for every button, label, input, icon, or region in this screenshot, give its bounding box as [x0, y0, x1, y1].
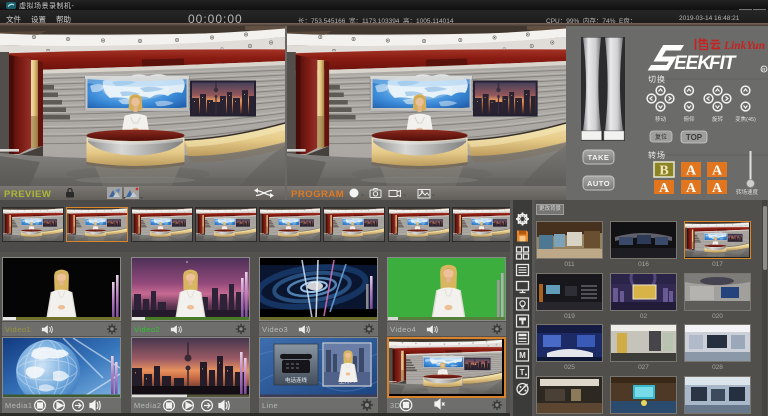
svg-text:变焦(45): 变焦(45): [735, 115, 756, 123]
svg-text:LinkYun: LinkYun: [723, 40, 765, 52]
svg-text:T: T: [520, 368, 525, 377]
svg-text:电话连线: 电话连线: [285, 376, 308, 384]
svg-text:旋转: 旋转: [712, 115, 724, 123]
svg-text:A: A: [686, 181, 697, 196]
svg-text:转场: 转场: [648, 150, 666, 160]
svg-text:切换: 切换: [648, 74, 666, 84]
svg-text:TAKE: TAKE: [588, 153, 610, 162]
svg-text:AUTO: AUTO: [587, 179, 610, 188]
svg-text:A: A: [659, 181, 670, 196]
svg-text:A: A: [686, 164, 697, 179]
svg-text:M: M: [519, 351, 526, 360]
svg-text:俯仰: 俯仰: [683, 115, 695, 123]
svg-text:移动: 移动: [655, 115, 667, 123]
svg-text:A: A: [712, 164, 723, 179]
svg-text:转场速度: 转场速度: [736, 188, 759, 196]
svg-text:复位: 复位: [655, 133, 667, 141]
svg-text:TOP: TOP: [686, 133, 703, 142]
svg-text:A: A: [712, 181, 723, 196]
svg-text:B: B: [659, 164, 668, 179]
svg-text:主持人: 主持人: [339, 377, 356, 385]
svg-text:EEKFIT: EEKFIT: [674, 53, 737, 74]
